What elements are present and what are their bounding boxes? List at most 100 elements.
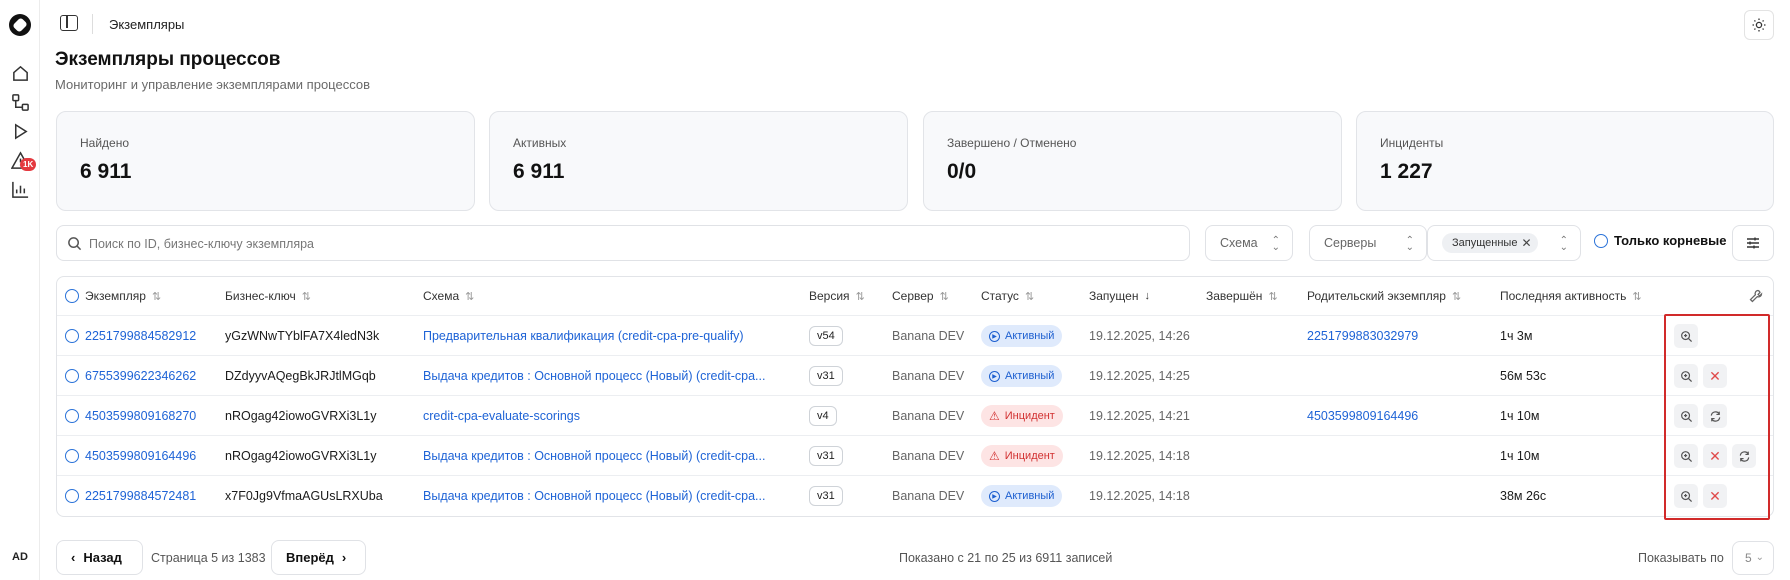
parent-instance-link[interactable] (1307, 476, 1495, 516)
parent-instance-link[interactable] (1307, 436, 1495, 476)
retry-button[interactable] (1703, 404, 1727, 428)
inspect-button[interactable] (1674, 484, 1698, 508)
cancel-button[interactable]: ✕ (1703, 444, 1727, 468)
header-business-key[interactable]: Бизнес-ключ ⇅ (225, 277, 311, 315)
retry-button[interactable] (1732, 444, 1756, 468)
home-icon[interactable] (10, 63, 30, 83)
cancel-button[interactable]: ✕ (1703, 364, 1727, 388)
schema-link[interactable]: Выдача кредитов : Основной процесс (Новы… (423, 436, 805, 476)
version-badge: v4 (809, 406, 837, 426)
column-header-label: Бизнес-ключ (225, 289, 296, 303)
header-parent[interactable]: Родительский экземпляр ⇅ (1307, 277, 1461, 315)
next-page-button[interactable]: Вперёд › (271, 540, 366, 575)
instance-id-link[interactable]: 2251799884582912 (85, 329, 196, 343)
header-schema[interactable]: Схема ⇅ (423, 277, 474, 315)
prev-page-button[interactable]: ‹ Назад (56, 540, 143, 575)
inspect-icon (1680, 410, 1693, 423)
user-avatar[interactable]: AD (6, 543, 34, 571)
inspect-button[interactable] (1674, 364, 1698, 388)
cell-status: ▶ Активный (981, 356, 1085, 396)
instance-id-link[interactable]: 4503599809164496 (85, 449, 196, 463)
cell-started: 19.12.2025, 14:21 (1089, 409, 1190, 423)
inspect-button[interactable] (1674, 444, 1698, 468)
sort-icon: ⇅ (301, 290, 311, 303)
status-label: Инцидент (1004, 450, 1055, 462)
row-checkbox[interactable] (65, 449, 79, 463)
per-page-select[interactable]: 5 ⌄ (1732, 541, 1774, 575)
header-started[interactable]: Запущен ↓ (1089, 277, 1150, 315)
table-row[interactable]: 4503599809164496 nROgag42iowoGVRXi3L1y Выд… (57, 435, 1773, 475)
process-diagram-icon[interactable] (10, 92, 30, 112)
cell-version: v54 (809, 316, 879, 356)
status-label: Активный (1005, 490, 1055, 502)
column-header-label: Сервер (892, 289, 934, 303)
row-checkbox[interactable] (65, 489, 79, 503)
cell-business-key: nROgag42iowoGVRXi3L1y (225, 409, 377, 423)
sidebar-toggle-icon[interactable] (60, 15, 78, 31)
breadcrumb[interactable]: Экземпляры (109, 17, 184, 32)
table-row[interactable]: 4503599809168270 nROgag42iowoGVRXi3L1y cre… (57, 395, 1773, 435)
cell-server: Banana DEV (892, 449, 965, 463)
schema-link[interactable]: Выдача кредитов : Основной процесс (Новы… (423, 356, 805, 396)
table-row[interactable]: 6755399622346262 DZdyyvAQegBkJRJtlMGqb Выд… (57, 355, 1773, 395)
table-row[interactable]: 2251799884572481 x7F0Jg9VfmaAGUsLRXUba Выд… (57, 475, 1773, 515)
parent-instance-link[interactable]: 4503599809164496 (1307, 396, 1495, 436)
instance-id-link[interactable]: 4503599809168270 (85, 409, 196, 423)
root-only-toggle[interactable]: Только корневые (1594, 233, 1727, 248)
header-instance[interactable]: Экземпляр ⇅ (65, 277, 161, 315)
cell-finished (1206, 316, 1302, 356)
cell-last-activity: 1ч 10м (1500, 449, 1540, 463)
search-input[interactable] (89, 234, 1179, 254)
row-checkbox[interactable] (65, 329, 79, 343)
header-finished[interactable]: Завершён ⇅ (1206, 277, 1278, 315)
sort-icon: ⇅ (465, 290, 475, 303)
servers-filter-select[interactable]: Серверы ⌃ ⌄ (1309, 225, 1427, 261)
header-server[interactable]: Сервер ⇅ (892, 277, 949, 315)
cell-finished (1206, 476, 1302, 516)
parent-instance-link[interactable]: 2251799883032979 (1307, 316, 1495, 356)
table-row[interactable]: 2251799884582912 yGzWNwTYblFA7X4ledN3k Пре… (57, 315, 1773, 355)
wrench-icon[interactable] (1749, 277, 1763, 315)
play-icon[interactable] (10, 121, 30, 141)
chip-remove-icon[interactable]: ✕ (1521, 236, 1531, 250)
search-icon (68, 237, 82, 251)
inspect-button[interactable] (1674, 404, 1698, 428)
cell-status: ▶ Активный (981, 316, 1085, 356)
instance-id-link[interactable]: 6755399622346262 (85, 369, 196, 383)
cell-finished (1206, 396, 1302, 436)
next-page-label: Вперёд (286, 550, 334, 565)
cell-started: 19.12.2025, 14:18 (1089, 449, 1190, 463)
instance-id-link[interactable]: 2251799884572481 (85, 489, 196, 503)
servers-filter-label: Серверы (1324, 236, 1377, 250)
state-filter-select[interactable]: Запущенные ✕ ⌃ ⌄ (1427, 225, 1581, 261)
stat-card-found: Найдено 6 911 (56, 111, 475, 211)
schema-link[interactable]: credit-cpa-evaluate-scorings (423, 396, 805, 436)
theme-toggle-button[interactable] (1744, 10, 1774, 40)
column-settings-button[interactable] (1732, 225, 1774, 261)
app-logo[interactable] (9, 14, 31, 36)
cell-started: 19.12.2025, 14:25 (1089, 369, 1190, 383)
schema-link[interactable]: Предварительная квалификация (credit-cpa… (423, 316, 805, 356)
sort-icon: ⇅ (939, 290, 949, 303)
schema-link[interactable]: Выдача кредитов : Основной процесс (Новы… (423, 476, 805, 516)
schema-filter-select[interactable]: Схема ⌃ ⌄ (1205, 225, 1293, 261)
status-badge: ⚠ Инцидент (981, 405, 1063, 427)
header-version[interactable]: Версия ⇅ (809, 277, 865, 315)
row-checkbox[interactable] (65, 409, 79, 423)
cancel-button[interactable]: ✕ (1703, 484, 1727, 508)
chevron-updown-icon: ⌃ ⌄ (1559, 235, 1568, 253)
analytics-icon[interactable] (10, 179, 30, 199)
version-badge: v31 (809, 486, 843, 506)
row-checkbox[interactable] (65, 369, 79, 383)
sun-icon (1752, 18, 1766, 32)
header-last-activity[interactable]: Последняя активность ⇅ (1500, 277, 1642, 315)
cell-business-key: DZdyyvAQegBkJRJtlMGqb (225, 369, 376, 383)
inspect-button[interactable] (1674, 324, 1698, 348)
sort-icon: ⇅ (1451, 290, 1462, 303)
root-only-checkbox[interactable] (1594, 233, 1608, 248)
select-all-checkbox[interactable] (65, 289, 79, 303)
parent-instance-link[interactable] (1307, 356, 1495, 396)
page-title: Экземпляры процессов (55, 49, 281, 70)
header-status[interactable]: Статус ⇅ (981, 277, 1034, 315)
column-header-label: Завершён (1206, 289, 1263, 303)
